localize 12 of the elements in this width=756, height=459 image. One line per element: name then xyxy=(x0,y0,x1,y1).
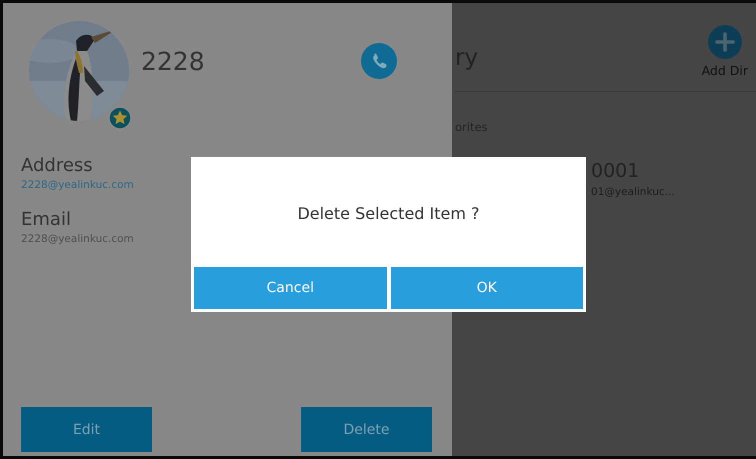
dialog-button[interactable]: OK xyxy=(390,267,583,309)
contact-name: 2228 xyxy=(141,47,206,76)
field-label: Address xyxy=(21,155,93,177)
field-label: Email xyxy=(21,209,71,231)
dialog-message: Delete Selected Item ? xyxy=(296,204,481,225)
dialog-button[interactable]: Cancel xyxy=(194,267,386,309)
phone-icon[interactable] xyxy=(361,43,397,79)
address-link[interactable]: 2228@yealinkuc.com xyxy=(21,177,134,193)
add-icon xyxy=(708,25,742,59)
action-button[interactable]: Delete xyxy=(301,407,432,452)
field-value: 2228@yealinkuc.com xyxy=(21,232,134,247)
action-button[interactable]: Edit xyxy=(21,407,152,452)
